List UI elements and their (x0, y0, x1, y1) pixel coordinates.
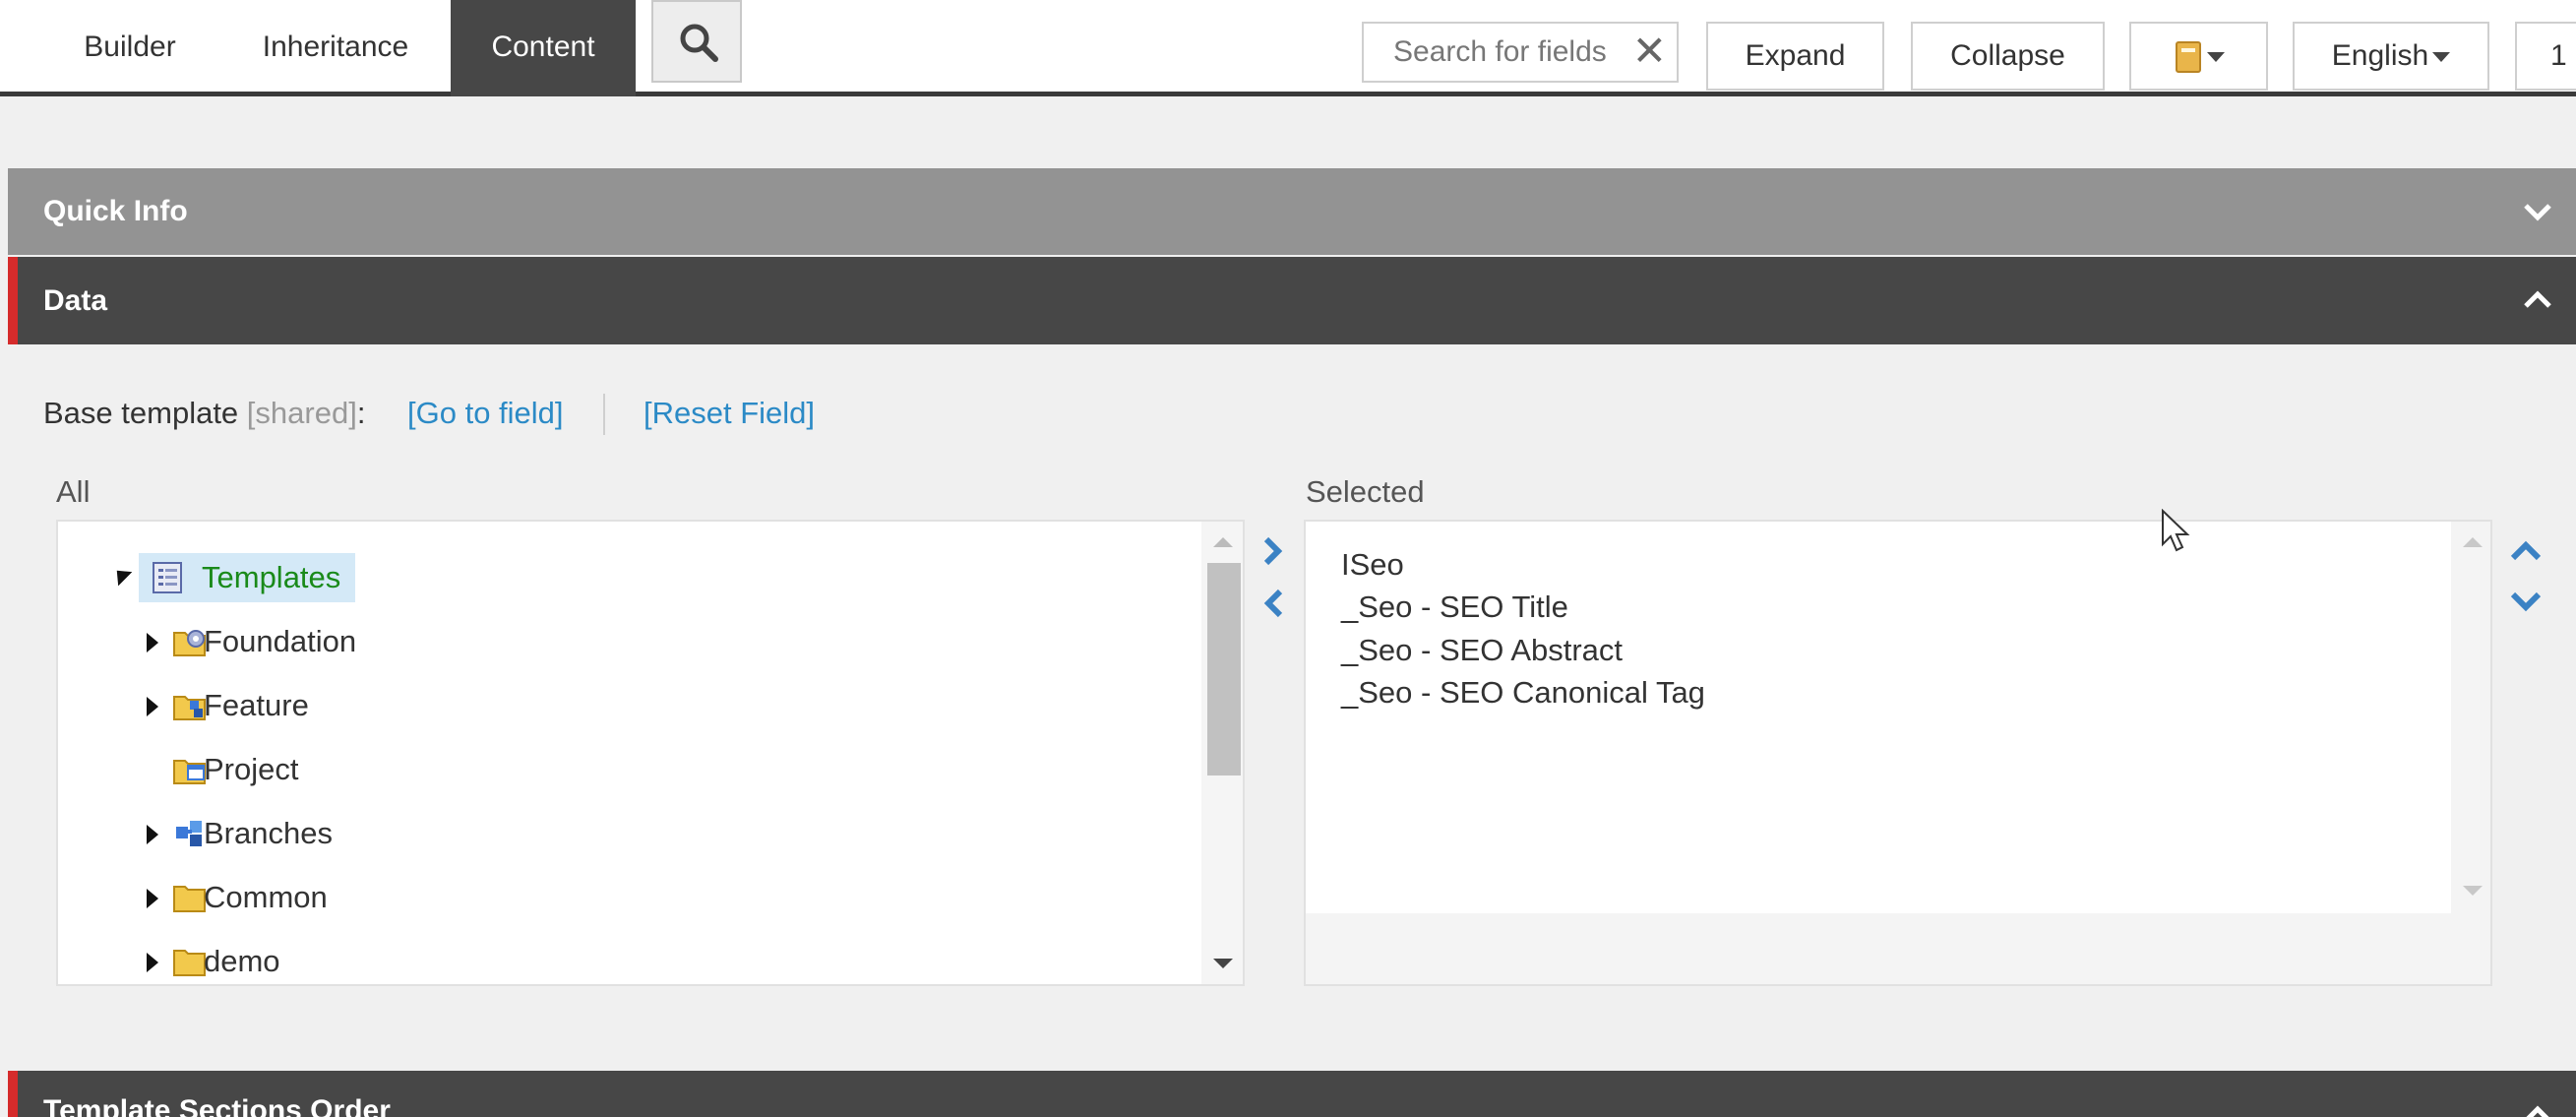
expand-triangle-icon[interactable] (147, 633, 158, 652)
tree-root-label: Templates (202, 560, 341, 594)
tree-item-label: Feature (204, 688, 309, 722)
chevron-down-icon (2432, 52, 2451, 63)
version-label: 1 (2550, 39, 2567, 72)
move-left-icon[interactable] (1260, 588, 1286, 619)
tree-node-templates[interactable]: Templates (139, 553, 355, 602)
tab-builder[interactable]: Builder (39, 0, 220, 96)
search-button[interactable] (651, 0, 742, 83)
list-item[interactable]: _Seo - SEO Abstract (1341, 633, 1623, 668)
tree-item-label: Foundation (204, 624, 357, 658)
tree-node-common[interactable]: Common (147, 873, 737, 922)
tree-item-label: Branches (204, 816, 333, 850)
project-folder-icon (173, 760, 206, 784)
move-right-icon[interactable] (1260, 535, 1286, 567)
field-label-colon: : (356, 396, 366, 430)
tree-node-feature[interactable]: Feature (147, 681, 737, 730)
folder-icon (173, 950, 206, 976)
tree-item-label: demo (204, 944, 280, 978)
reset-field-link[interactable]: [Reset Field] (644, 396, 815, 431)
scroll-up-arrow-icon[interactable] (2463, 535, 2483, 547)
tree-item-label: Common (204, 880, 328, 914)
scroll-up-arrow-icon[interactable] (1213, 535, 1233, 547)
expand-triangle-icon[interactable] (147, 889, 158, 908)
list-item[interactable]: _Seo - SEO Title (1341, 590, 1568, 625)
list-item[interactable]: ISeo (1341, 547, 1404, 583)
data-section-title: Data (43, 284, 108, 317)
editor-toolbar: Builder Inheritance Content Search for f… (0, 0, 2576, 96)
language-label: English (2331, 39, 2429, 72)
selected-templates-list[interactable]: ISeo _Seo - SEO Title _Seo - SEO Abstrac… (1304, 520, 2492, 986)
field-label-text: Base template (43, 396, 239, 430)
template-sections-order-header[interactable]: Template Sections Order (8, 1071, 2576, 1117)
scrollbar-thumb[interactable] (1207, 563, 1241, 776)
tree-node-foundation[interactable]: Foundation (147, 617, 737, 666)
scroll-down-arrow-icon[interactable] (1213, 959, 1233, 970)
mouse-cursor-icon (2162, 509, 2190, 552)
branches-icon (176, 821, 202, 846)
quick-info-title: Quick Info (43, 195, 188, 227)
tree-item-label: Project (204, 752, 299, 786)
data-section-header[interactable]: Data (8, 257, 2576, 344)
notebook-icon (2175, 41, 2201, 74)
tree-node-branches[interactable]: Branches (147, 809, 737, 858)
expand-triangle-icon[interactable] (147, 697, 158, 716)
collapse-triangle-icon[interactable] (109, 563, 133, 587)
search-fields-input[interactable]: Search for fields ✕ (1362, 22, 1679, 83)
clear-search-icon[interactable]: ✕ (1632, 23, 1667, 80)
chevron-down-icon (2524, 204, 2551, 221)
tree-node-project[interactable]: Project (147, 745, 737, 794)
selected-list-box[interactable]: ISeo _Seo - SEO Title _Seo - SEO Abstrac… (1306, 522, 2451, 913)
templates-icon (153, 562, 182, 593)
selected-scrollbar[interactable] (2451, 522, 2490, 913)
move-down-icon[interactable] (2509, 589, 2543, 614)
go-to-field-link[interactable]: [Go to field] (407, 396, 564, 431)
folder-icon (173, 886, 206, 912)
version-dropdown[interactable]: 1 (2515, 22, 2576, 91)
expand-button[interactable]: Expand (1706, 22, 1884, 91)
selected-panel-title: Selected (1306, 474, 1425, 509)
feature-folder-icon (173, 696, 206, 720)
chevron-up-icon (2526, 1105, 2549, 1117)
quick-info-section-header[interactable]: Quick Info (8, 168, 2576, 255)
section-accent-bar (8, 257, 18, 344)
collapse-button[interactable]: Collapse (1911, 22, 2105, 91)
search-icon (680, 24, 718, 62)
base-template-field-label: Base template [shared]: (43, 396, 365, 431)
foundation-folder-icon (173, 630, 206, 656)
list-item[interactable]: _Seo - SEO Canonical Tag (1341, 675, 1705, 711)
tree-scrollbar[interactable] (1201, 522, 1243, 984)
expand-triangle-icon[interactable] (147, 953, 158, 972)
link-divider (603, 394, 605, 435)
chevron-up-icon (2524, 290, 2551, 308)
shared-tag: [shared] (246, 396, 357, 430)
search-fields-placeholder: Search for fields (1393, 35, 1607, 68)
section-accent-bar (8, 1071, 18, 1117)
tree-node-demo[interactable]: demo (147, 937, 737, 984)
expand-triangle-icon[interactable] (147, 825, 158, 844)
tab-content[interactable]: Content (451, 0, 636, 96)
chevron-down-icon (2206, 52, 2225, 63)
all-templates-tree[interactable]: Templates Foundation Feature Project Bra… (56, 520, 1245, 986)
move-up-icon[interactable] (2509, 538, 2543, 564)
language-dropdown[interactable]: English (2293, 22, 2489, 91)
all-panel-title: All (56, 474, 91, 509)
scroll-down-arrow-icon[interactable] (2463, 886, 2483, 898)
notebook-dropdown-button[interactable] (2129, 22, 2268, 91)
tab-inheritance[interactable]: Inheritance (220, 0, 451, 96)
template-sections-order-title: Template Sections Order (43, 1094, 391, 1117)
